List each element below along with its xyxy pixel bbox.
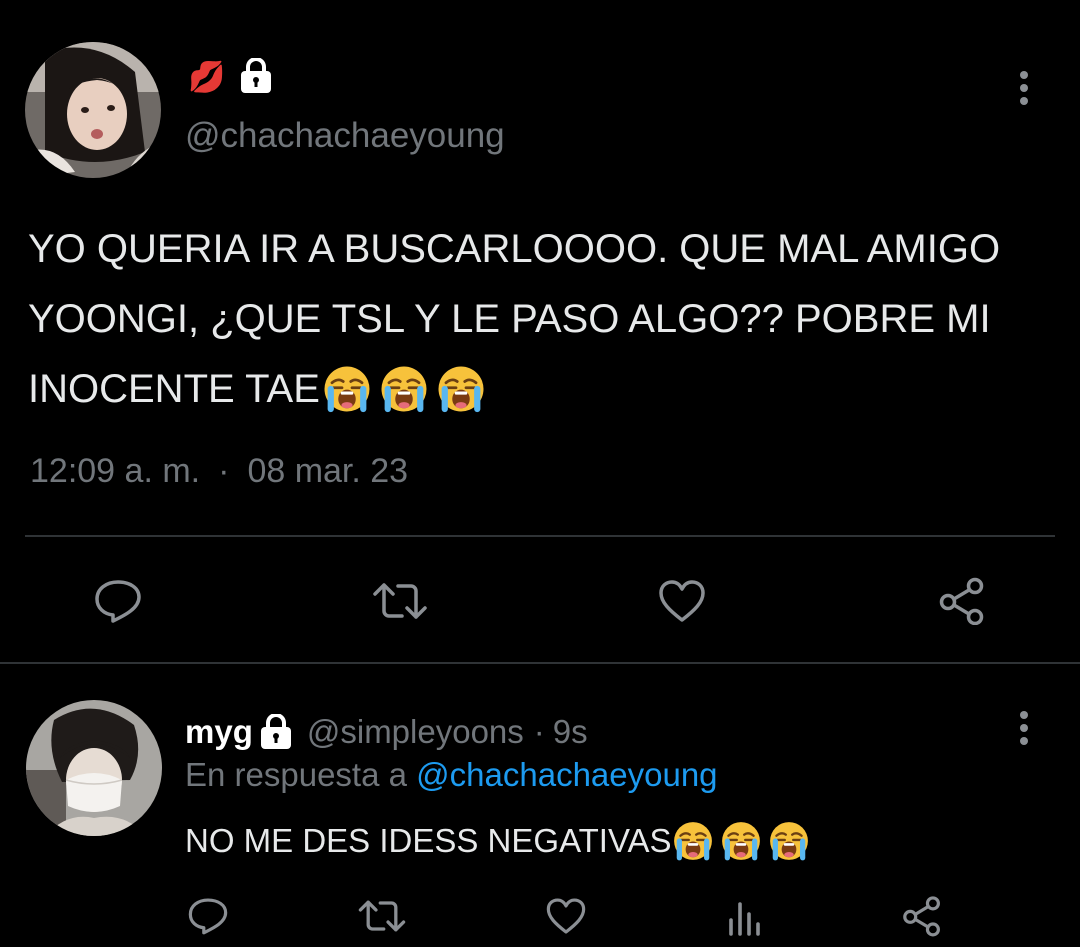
reply-display-name[interactable]: myg <box>185 713 253 751</box>
tweet-text: YO QUERIA IR A BUSCARLOOOO. QUE MAL AMIG… <box>28 214 1000 424</box>
reply-text-content: NO ME DES IDESS NEGATIVAS <box>185 822 672 859</box>
share-icon <box>939 577 984 625</box>
loudly-crying-face-emoji <box>720 820 762 862</box>
loudly-crying-face-emoji <box>379 364 429 414</box>
reply-retweet-button[interactable] <box>354 893 410 939</box>
tweet-text-line: YOONGI, ¿QUE TSL Y LE PASO ALGO?? POBRE … <box>28 297 991 341</box>
share-button[interactable] <box>934 575 990 627</box>
reply-text: NO ME DES IDESS NEGATIVAS <box>185 818 810 864</box>
avatar-chachachaeyoung[interactable] <box>25 42 161 178</box>
analytics-icon <box>729 902 760 936</box>
loudly-crying-face-emoji <box>436 364 486 414</box>
loudly-crying-face-emoji <box>768 820 810 862</box>
reply-age: 9s <box>552 713 588 750</box>
loudly-crying-face-emoji <box>322 364 372 414</box>
reply-button[interactable] <box>90 575 146 627</box>
lock-icon <box>239 56 273 99</box>
tweet-time: 12:09 a. m. <box>30 452 201 490</box>
reply-icon <box>95 580 141 623</box>
reply-analytics-button[interactable] <box>720 893 768 939</box>
retweet-icon <box>373 583 427 619</box>
divider <box>0 662 1080 664</box>
display-name[interactable]: 💋 <box>188 56 273 99</box>
divider <box>25 535 1055 537</box>
more-vertical-icon <box>1020 711 1028 745</box>
like-button[interactable] <box>654 575 710 627</box>
replying-to-label: En respuesta a <box>185 756 407 793</box>
heart-icon <box>659 580 705 622</box>
reply-share-button[interactable] <box>898 893 946 939</box>
timestamp-separator: · <box>218 452 230 490</box>
retweet-icon <box>358 900 406 932</box>
tweet-text-line: INOCENTE TAE <box>28 367 320 411</box>
reply-like-button[interactable] <box>542 893 590 939</box>
reply-header: myg @simpleyoons · 9s <box>185 710 588 754</box>
tweet-handle[interactable]: @chachachaeyoung <box>185 116 505 156</box>
more-options-button[interactable] <box>1007 68 1041 108</box>
kiss-mark-emoji: 💋 <box>188 61 226 94</box>
lock-icon <box>259 714 293 750</box>
replying-to: En respuesta a @chachachaeyoung <box>185 756 718 794</box>
share-icon <box>903 896 940 937</box>
retweet-button[interactable] <box>368 575 432 627</box>
tweet-text-line: YO QUERIA IR A BUSCARLOOOO. QUE MAL AMIG… <box>28 227 1001 271</box>
tweet-timestamp[interactable]: 12:09 a. m. · 08 mar. 23 <box>30 452 408 491</box>
more-vertical-icon <box>1020 71 1028 105</box>
avatar-simpleyoons[interactable] <box>26 700 162 836</box>
reply-separator: · <box>533 713 545 750</box>
reply-more-options-button[interactable] <box>1007 708 1041 748</box>
replying-to-link[interactable]: @chachachaeyoung <box>416 756 717 793</box>
reply-reply-button[interactable] <box>184 893 232 939</box>
reply-icon <box>188 898 228 935</box>
reply-handle[interactable]: @simpleyoons <box>307 713 524 751</box>
loudly-crying-face-emoji <box>672 820 714 862</box>
tweet-date: 08 mar. 23 <box>247 452 409 490</box>
heart-icon <box>546 898 586 934</box>
tweet-text-line-last: INOCENTE TAE <box>28 354 1000 424</box>
